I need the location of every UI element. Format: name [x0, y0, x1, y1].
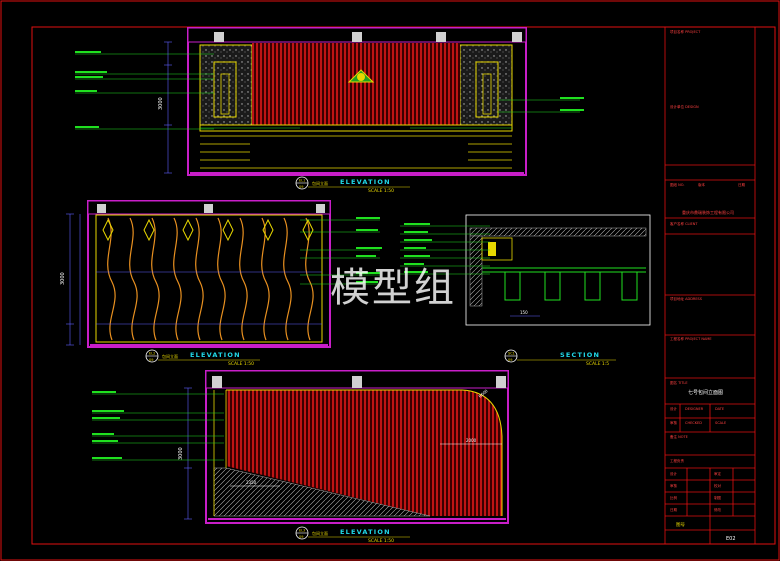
svg-text:版本: 版本 — [698, 182, 706, 187]
svg-text:审核: 审核 — [670, 420, 678, 425]
svg-text:CHECKED: CHECKED — [685, 421, 702, 425]
svg-text:09: 09 — [508, 358, 512, 362]
svg-text:审定: 审定 — [714, 471, 722, 476]
svg-text:包间立面: 包间立面 — [162, 353, 178, 359]
svg-text:图名 TITLE: 图名 TITLE — [670, 380, 688, 385]
svg-text:设计单位 DESIGN: 设计单位 DESIGN — [670, 104, 699, 109]
section-heading: SECTION — [560, 351, 600, 359]
sheet-label: 图号 — [676, 522, 685, 528]
elevation-3-title: EL3 09 包间立面 ELEVATION SCALE 1:50 — [295, 526, 410, 544]
svg-text:SCALE: SCALE — [715, 421, 726, 425]
section-width-dim: 150 — [520, 310, 528, 315]
elevation-2-title: EL2 09 包间立面 ELEVATION SCALE 1:50 — [145, 349, 260, 367]
svg-text:修改: 修改 — [714, 507, 722, 512]
svg-text:09: 09 — [149, 358, 153, 362]
svg-text:EL3: EL3 — [299, 529, 305, 533]
svg-text:制图: 制图 — [714, 495, 722, 500]
title-block-text: 项目名称 PROJECT 设计单位 DESIGN 图纸 NO. 版本 日期 客户… — [670, 29, 746, 512]
svg-text:包间立面: 包间立面 — [312, 530, 328, 536]
svg-text:09: 09 — [299, 535, 303, 539]
e3-height-dim: 3000 — [178, 447, 184, 460]
elevation-3-scale: SCALE 1:50 — [368, 538, 394, 544]
section-title: SC1 09 SECTION SCALE 1:5 — [504, 349, 616, 367]
e1-height-dim: 3000 — [158, 97, 164, 110]
elevation-3-heading: ELEVATION — [340, 528, 391, 536]
company-name: 重庆市鼎瑞装饰工程有限公司 — [682, 209, 734, 215]
svg-text:项目地址 ADDRESS: 项目地址 ADDRESS — [670, 296, 703, 301]
e3-width-dim: 2000 — [466, 438, 477, 443]
svg-text:备注 NOTE: 备注 NOTE — [670, 434, 688, 439]
svg-text:项目名称 PROJECT: 项目名称 PROJECT — [670, 29, 701, 34]
svg-text:客户名称 CLIENT: 客户名称 CLIENT — [670, 221, 698, 226]
svg-text:比例: 比例 — [670, 495, 678, 500]
drawing-name: 七号包间立面图 — [688, 389, 723, 396]
elevation-1-title: EL1 09 包间立面 ELEVATION SCALE 1:50 — [295, 176, 410, 194]
e2-height-dim: 3000 — [60, 272, 66, 285]
svg-text:日期: 日期 — [738, 182, 746, 187]
svg-text:校对: 校对 — [714, 483, 722, 488]
svg-text:EL1: EL1 — [299, 179, 305, 183]
sheet-number: E02 — [726, 536, 736, 542]
elevation-2-scale: SCALE 1:50 — [228, 361, 254, 367]
svg-text:SC1: SC1 — [508, 352, 515, 356]
svg-text:设计: 设计 — [670, 406, 678, 411]
svg-text:设计: 设计 — [670, 471, 678, 476]
svg-text:工程名称 PROJECT NAME: 工程名称 PROJECT NAME — [670, 336, 712, 341]
elevation-1: 3000 — [75, 27, 584, 176]
svg-text:日期: 日期 — [670, 507, 678, 512]
svg-text:工程负责: 工程负责 — [670, 458, 684, 463]
svg-text:DATE: DATE — [715, 407, 724, 411]
section-scale: SCALE 1:5 — [586, 361, 609, 367]
elevation-1-heading: ELEVATION — [340, 178, 391, 186]
svg-text:包间立面: 包间立面 — [312, 180, 328, 186]
svg-text:图纸 NO.: 图纸 NO. — [670, 182, 684, 187]
svg-text:09: 09 — [299, 185, 303, 189]
elevation-2-heading: ELEVATION — [190, 351, 241, 359]
svg-text:审核: 审核 — [670, 483, 678, 488]
elevation-3: 2000 R600 2350 3000 — [92, 370, 509, 524]
svg-text:DESIGNER: DESIGNER — [685, 407, 704, 411]
watermark-text: 模型组 — [330, 265, 456, 311]
elevation-1-scale: SCALE 1:50 — [368, 188, 394, 194]
svg-text:EL2: EL2 — [149, 352, 155, 356]
e3-bottom-dim: 2350 — [246, 480, 257, 485]
